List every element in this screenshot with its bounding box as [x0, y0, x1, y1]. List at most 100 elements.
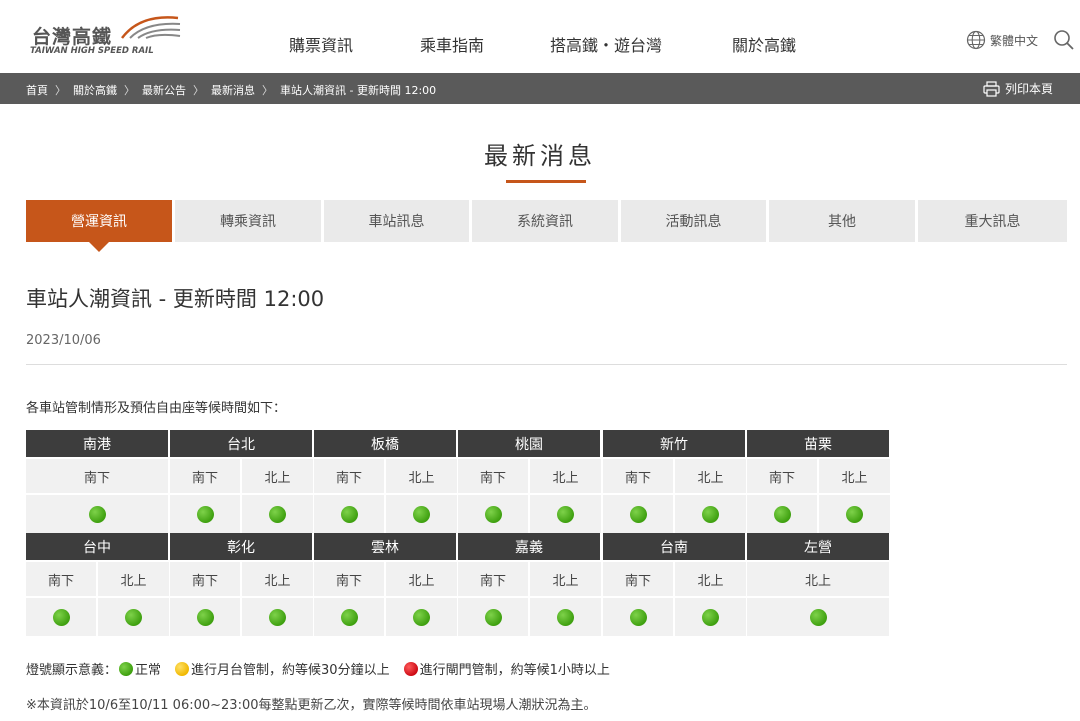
direction-label: 北上: [530, 459, 601, 493]
station-header: 苗栗: [747, 430, 889, 457]
nav-travel-guide[interactable]: 乘車指南: [420, 32, 484, 56]
active-tab-indicator: [89, 242, 109, 252]
green-status-light-icon: [340, 505, 358, 523]
red-light-icon: [403, 661, 418, 676]
status-cell: [170, 495, 240, 533]
tab-operations[interactable]: 營運資訊: [26, 200, 172, 242]
status-legend: 燈號顯示意義： 正常 進行月台管制，約等候30分鐘以上 進行閘門管制，約等候1小…: [26, 659, 610, 678]
tab-system[interactable]: 系統資訊: [472, 200, 618, 242]
article-intro: 各車站管制情形及預估自由座等候時間如下：: [26, 401, 287, 416]
search-icon[interactable]: [1053, 29, 1075, 51]
direction-label: 南下: [458, 459, 528, 493]
green-status-light-icon: [629, 608, 647, 626]
status-cell: [530, 495, 601, 533]
direction-label: 北上: [98, 562, 169, 596]
direction-label: 北上: [747, 562, 889, 596]
nav-ticketing[interactable]: 購票資訊: [289, 32, 353, 56]
article-title: 車站人潮資訊 - 更新時間 12:00: [26, 287, 325, 311]
status-cell: [675, 598, 746, 636]
divider: [26, 364, 1067, 365]
green-status-light-icon: [846, 505, 863, 523]
green-status-light-icon: [196, 608, 214, 626]
green-light-icon: [119, 661, 134, 676]
green-status-light-icon: [269, 608, 286, 626]
tab-other[interactable]: 其他: [769, 200, 915, 242]
tab-events[interactable]: 活動訊息: [621, 200, 766, 242]
direction-label: 南下: [314, 562, 384, 596]
breadcrumb-announcements[interactable]: 最新公告: [142, 82, 186, 98]
direction-label: 北上: [675, 459, 746, 493]
site-header: 台灣高鐵 TAIWAN HIGH SPEED RAIL 購票資訊 乘車指南 搭高…: [0, 0, 1080, 72]
station-header: 台南: [603, 533, 745, 560]
green-status-light-icon: [88, 505, 106, 523]
direction-label: 北上: [675, 562, 746, 596]
station-header: 桃園: [458, 430, 600, 457]
green-status-light-icon: [413, 608, 430, 626]
green-status-light-icon: [484, 608, 502, 626]
status-cell: [242, 598, 313, 636]
status-cell: [603, 495, 673, 533]
nav-about-thsr[interactable]: 關於高鐵: [732, 32, 796, 56]
status-cell: [747, 598, 889, 636]
legend-prefix: 燈號顯示意義：: [26, 663, 118, 678]
station-header: 雲林: [314, 533, 456, 560]
status-cell: [170, 598, 240, 636]
station-header: 嘉義: [458, 533, 600, 560]
station-header: 彰化: [170, 533, 312, 560]
breadcrumb-home[interactable]: 首頁: [26, 82, 48, 98]
green-status-light-icon: [773, 505, 791, 523]
green-status-light-icon: [340, 608, 358, 626]
green-status-light-icon: [484, 505, 502, 523]
language-selector[interactable]: 繁體中文: [966, 30, 1038, 50]
status-cell: [675, 495, 746, 533]
legend-normal: 正常: [135, 663, 162, 678]
legend-gate-control: 進行閘門管制，約等候1小時以上: [419, 663, 610, 678]
station-header: 台中: [26, 533, 168, 560]
direction-label: 北上: [530, 562, 601, 596]
tab-station[interactable]: 車站訊息: [324, 200, 469, 242]
status-cell: [314, 495, 384, 533]
page-title: 最新消息: [484, 142, 596, 170]
breadcrumb: 首頁 〉 關於高鐵 〉 最新公告 〉 最新消息 〉 車站人潮資訊 - 更新時間 …: [26, 82, 436, 98]
green-status-light-icon: [413, 505, 430, 523]
green-status-light-icon: [557, 505, 574, 523]
status-cell: [530, 598, 601, 636]
breadcrumb-about[interactable]: 關於高鐵: [73, 82, 117, 98]
green-status-light-icon: [196, 505, 214, 523]
language-label: 繁體中文: [990, 33, 1039, 48]
green-status-light-icon: [809, 608, 827, 626]
direction-label: 南下: [170, 459, 240, 493]
green-status-light-icon: [557, 608, 574, 626]
status-cell: [98, 598, 169, 636]
logo-chinese-text: 台灣高鐵: [32, 26, 113, 48]
direction-label: 北上: [819, 459, 890, 493]
direction-label: 南下: [458, 562, 528, 596]
direction-label: 北上: [386, 562, 457, 596]
station-header: 板橋: [314, 430, 456, 457]
direction-label: 南下: [26, 562, 96, 596]
breadcrumb-news[interactable]: 最新消息: [211, 82, 255, 98]
status-cell: [26, 598, 96, 636]
green-status-light-icon: [52, 608, 70, 626]
tab-major-news[interactable]: 重大訊息: [918, 200, 1067, 242]
direction-label: 南下: [747, 459, 817, 493]
station-header: 台北: [170, 430, 312, 457]
status-cell: [747, 495, 817, 533]
station-header: 南港: [26, 430, 168, 457]
status-cell: [603, 598, 673, 636]
logo-swoosh-icon: [121, 16, 181, 39]
thsr-logo[interactable]: 台灣高鐵 TAIWAN HIGH SPEED RAIL: [28, 8, 188, 58]
article-date: 2023/10/06: [26, 333, 101, 348]
globe-icon: [966, 30, 986, 50]
print-page-button[interactable]: 列印本頁: [983, 80, 1053, 97]
status-cell: [242, 495, 313, 533]
breadcrumb-separator: 〉: [193, 84, 204, 97]
logo-english-text: TAIWAN HIGH SPEED RAIL: [30, 46, 154, 56]
tab-transfer[interactable]: 轉乘資訊: [175, 200, 321, 242]
direction-label: 南下: [603, 562, 673, 596]
direction-label: 北上: [242, 459, 313, 493]
status-cell: [819, 495, 890, 533]
status-cell: [458, 495, 528, 533]
green-status-light-icon: [702, 505, 719, 523]
nav-travel-taiwan[interactable]: 搭高鐵・遊台灣: [550, 32, 662, 56]
